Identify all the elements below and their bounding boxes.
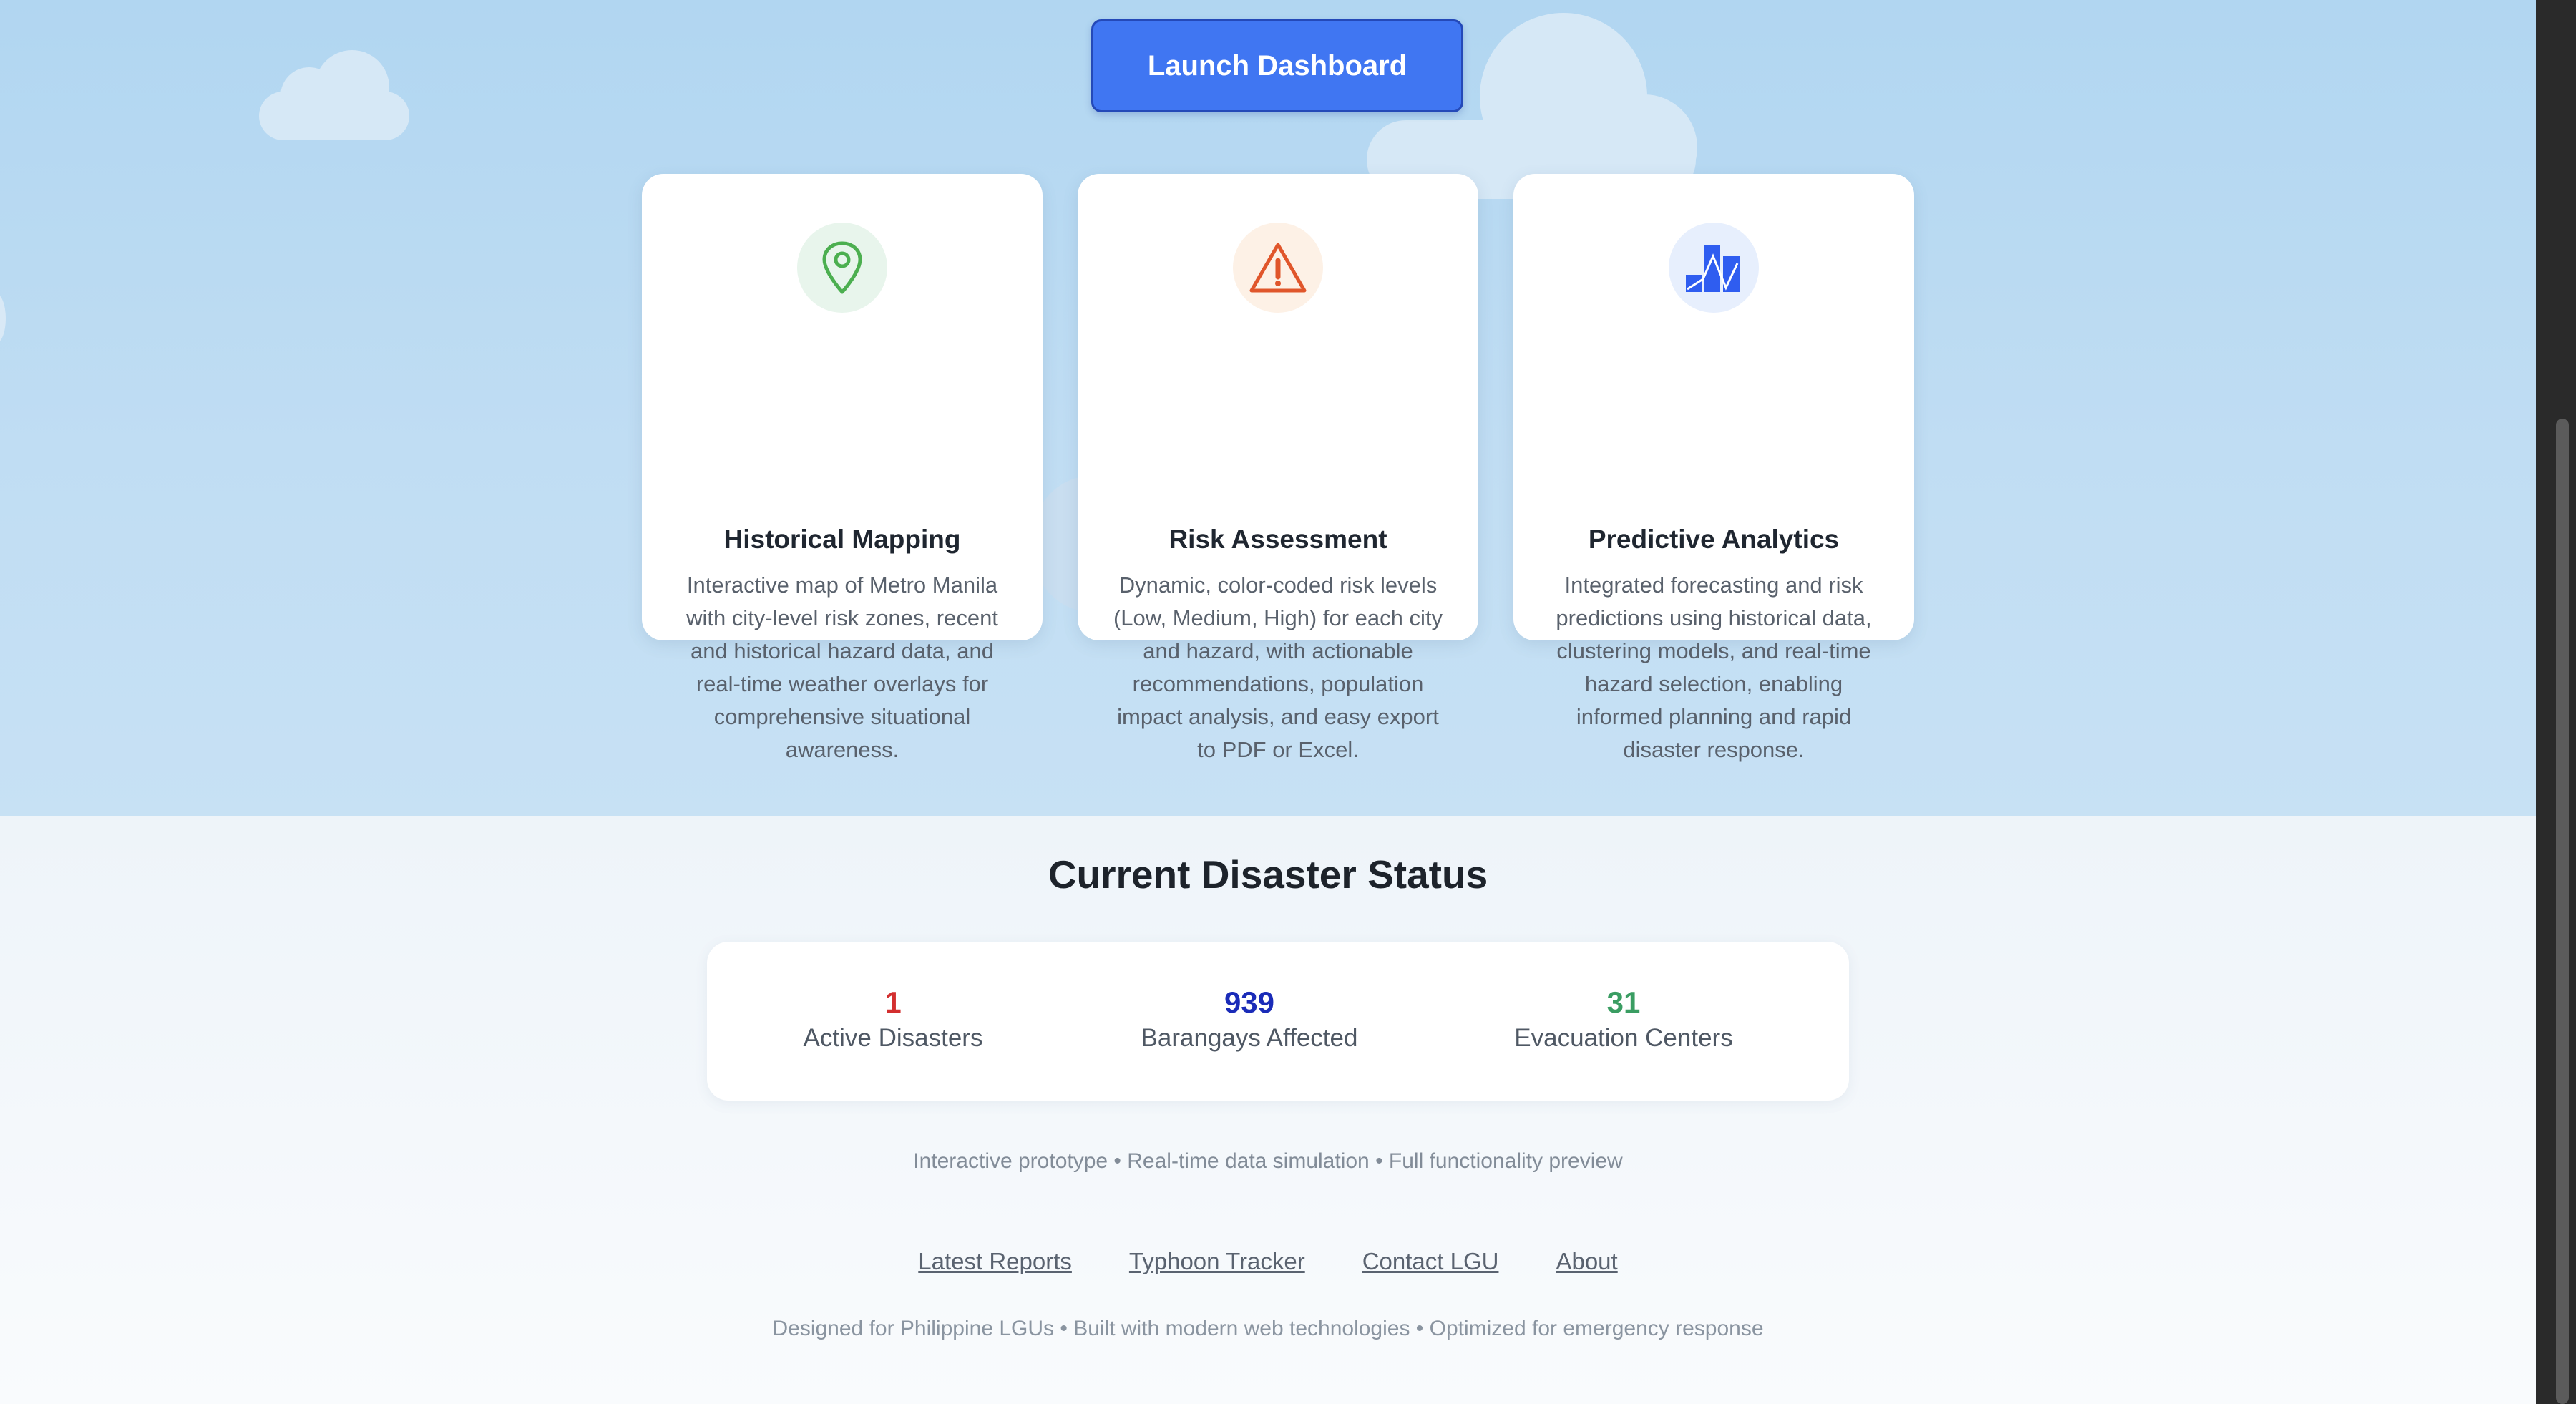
feature-description: Interactive map of Metro Manila with cit… [686,572,998,762]
scrollbar-thumb[interactable] [2556,419,2569,1404]
feature-card-historical-mapping: Historical Mapping Interactive map of Me… [642,174,1043,762]
footer-links: Latest Reports Typhoon Tracker Contact L… [0,1248,2536,1275]
feature-title: Historical Mapping [723,525,961,554]
prototype-tagline: Interactive prototype • Real-time data s… [913,1149,1623,1173]
cloud-decoration [315,50,389,125]
status-heading: Current Disaster Status [1048,852,1488,897]
stat-label: Active Disasters [803,1024,983,1052]
stat-value: 939 [1224,985,1275,1019]
map-pin-icon [797,223,887,313]
stat-active-disasters: 1 Active Disasters [707,985,1079,1053]
footer-link-about[interactable]: About [1556,1248,1617,1275]
launch-dashboard-button[interactable]: Launch Dashboard [1091,19,1463,112]
footer-link-latest-reports[interactable]: Latest Reports [918,1248,1072,1275]
stat-value: 31 [1606,985,1641,1019]
cloud-decoration [0,293,6,343]
feature-card-risk-assessment: Risk Assessment Dynamic, color-coded ris… [1078,174,1478,762]
disaster-status-section: Current Disaster Status 1 Active Disaste… [0,816,2536,1404]
hero-section: Launch Dashboard Historical Mapping Inte… [0,0,2536,816]
feature-title: Predictive Analytics [1588,525,1840,554]
footer-link-contact-lgu[interactable]: Contact LGU [1362,1248,1499,1275]
feature-title: Risk Assessment [1169,525,1387,554]
warning-triangle-icon [1233,223,1323,313]
stat-label: Barangays Affected [1141,1024,1358,1052]
stat-evacuation-centers: 31 Evacuation Centers [1438,985,1810,1053]
feature-description: Integrated forecasting and risk predicti… [1556,572,1872,762]
stat-value: 1 [884,985,902,1019]
bar-chart-icon [1669,223,1759,313]
stat-label: Evacuation Centers [1514,1024,1733,1052]
footer-note: Designed for Philippine LGUs • Built wit… [772,1317,1764,1340]
footer-link-typhoon-tracker[interactable]: Typhoon Tracker [1129,1248,1305,1275]
feature-card-predictive-analytics: Predictive Analytics Integrated forecast… [1513,174,1914,762]
browser-viewport: Launch Dashboard Historical Mapping Inte… [0,0,2536,1404]
status-stats-card: 1 Active Disasters 939 Barangays Affecte… [707,942,1849,1101]
feature-description: Dynamic, color-coded risk levels (Low, M… [1113,572,1443,762]
stat-barangays-affected: 939 Barangays Affected [1063,985,1435,1053]
